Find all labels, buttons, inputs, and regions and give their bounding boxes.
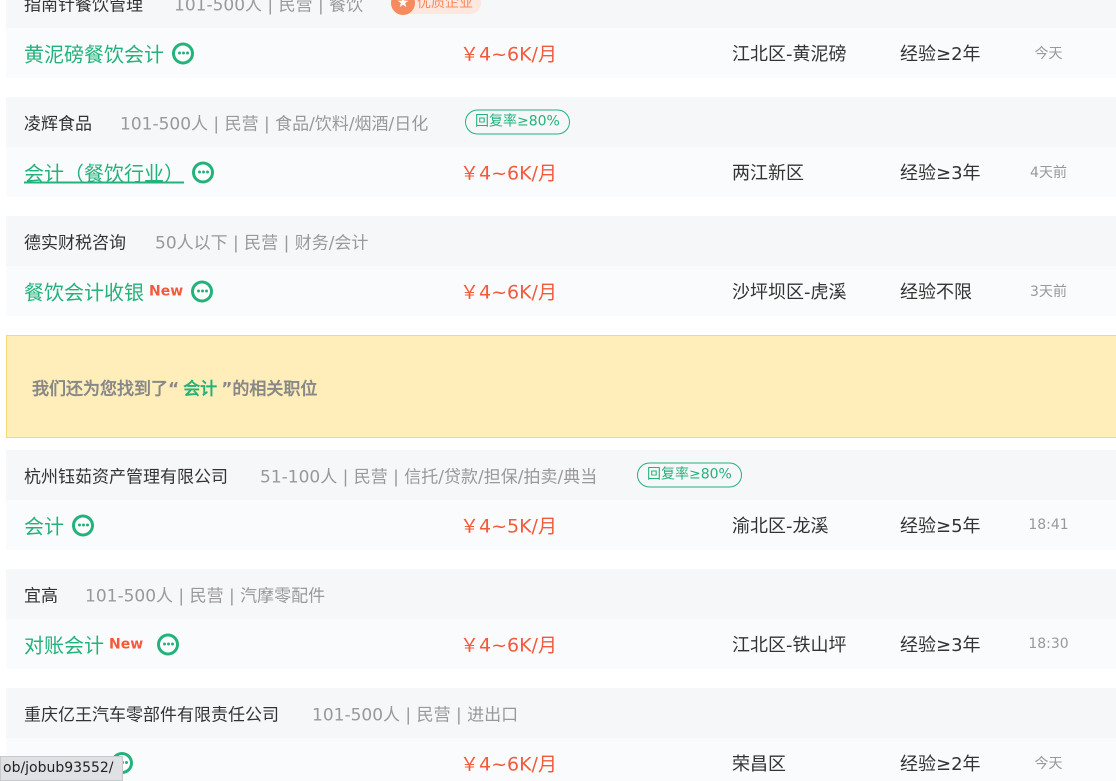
post-time: 今天: [1034, 46, 1063, 62]
notice-prefix: 我们还为您找到了“: [32, 379, 180, 399]
job-card: 凌辉食品 101-500人 | 民营 | 食品/饮料/烟酒/日化 回复率≥80%…: [6, 97, 1116, 197]
job-card: 重庆亿王汽车零部件有限责任公司 101-500人 | 民营 | 进出口 ￥4~6…: [6, 688, 1116, 781]
company-row: 凌辉食品 101-500人 | 民营 | 食品/饮料/烟酒/日化 回复率≥80%: [6, 97, 1116, 147]
related-jobs-notice: 我们还为您找到了“ 会计 ”的相关职位: [6, 335, 1116, 438]
post-time: 今天: [1034, 756, 1063, 772]
new-tag: New: [109, 636, 144, 652]
experience: 经验≥2年: [900, 44, 981, 65]
job-list: 指南针餐饮管理 101-500人 | 民营 | 餐饮 ★ 优质企业 黄泥磅餐饮会…: [0, 0, 1116, 781]
job-title-link[interactable]: 会计: [24, 511, 94, 540]
job-title-link[interactable]: 对账会计 New: [24, 630, 180, 659]
reply-rate-badge: 回复率≥80%: [637, 462, 742, 488]
job-title-link[interactable]: 会计（餐饮行业）: [24, 158, 214, 187]
company-row: 宜高 101-500人 | 民营 | 汽摩零配件: [6, 569, 1116, 619]
job-title-link[interactable]: 黄泥磅餐饮会计: [24, 39, 194, 68]
job-row[interactable]: ￥4~6K/月 荣昌区 经验≥2年 今天: [6, 738, 1116, 781]
job-row[interactable]: 会计（餐饮行业） ￥4~6K/月 两江新区 经验≥3年 4天前: [6, 147, 1116, 197]
work-area: 两江新区: [732, 163, 804, 184]
chat-icon[interactable]: [157, 633, 180, 655]
work-area: 荣昌区: [732, 754, 786, 775]
notice-suffix: ”的相关职位: [221, 379, 318, 399]
job-row[interactable]: 餐饮会计收银 New ￥4~6K/月 沙坪坝区-虎溪 经验不限 3天前: [6, 266, 1116, 316]
experience: 经验≥2年: [900, 754, 981, 775]
chat-icon[interactable]: [172, 42, 194, 64]
quality-badge: ★ 优质企业: [391, 0, 481, 15]
job-title-text: 餐饮会计收银: [24, 280, 144, 305]
salary: ￥4~6K/月: [460, 43, 557, 66]
post-time: 18:30: [1028, 636, 1069, 652]
company-name[interactable]: 杭州钰茹资产管理有限公司: [24, 463, 228, 488]
chat-icon[interactable]: [192, 161, 214, 183]
post-time: 18:41: [1028, 517, 1069, 533]
status-url-tooltip: ob/jobub93552/: [0, 756, 123, 781]
company-row: 指南针餐饮管理 101-500人 | 民营 | 餐饮 ★ 优质企业: [6, 0, 1116, 28]
company-info: 101-500人 | 民营 | 汽摩零配件: [85, 586, 326, 607]
company-info: 50人以下 | 民营 | 财务/会计: [155, 233, 369, 254]
company-info: 101-500人 | 民营 | 食品/饮料/烟酒/日化: [120, 114, 429, 135]
job-card: 杭州钰茹资产管理有限公司 51-100人 | 民营 | 信托/贷款/担保/拍卖/…: [6, 450, 1116, 550]
post-time: 3天前: [1030, 284, 1067, 300]
company-name[interactable]: 指南针餐饮管理: [24, 0, 143, 16]
chat-icon[interactable]: [191, 280, 214, 302]
work-area: 渝北区-龙溪: [732, 516, 829, 537]
notice-keyword: 会计: [183, 379, 218, 399]
experience: 经验≥3年: [900, 163, 981, 184]
star-icon: ★: [391, 0, 415, 15]
experience: 经验≥5年: [900, 516, 981, 537]
salary: ￥4~5K/月: [460, 515, 557, 538]
job-row[interactable]: 对账会计 New ￥4~6K/月 江北区-铁山坪 经验≥3年 18:30: [6, 619, 1116, 669]
job-card: 德实财税咨询 50人以下 | 民营 | 财务/会计 餐饮会计收银 New ￥4~…: [6, 216, 1116, 316]
job-card: 指南针餐饮管理 101-500人 | 民营 | 餐饮 ★ 优质企业 黄泥磅餐饮会…: [6, 0, 1116, 78]
company-info: 101-500人 | 民营 | 餐饮: [174, 0, 364, 16]
company-name[interactable]: 德实财税咨询: [24, 229, 126, 254]
job-title-text: 对账会计: [24, 633, 104, 658]
company-name[interactable]: 凌辉食品: [24, 110, 92, 135]
company-info: 51-100人 | 民营 | 信托/贷款/担保/拍卖/典当: [260, 467, 598, 488]
job-row[interactable]: 黄泥磅餐饮会计 ￥4~6K/月 江北区-黄泥磅 经验≥2年 今天: [6, 28, 1116, 78]
company-info: 101-500人 | 民营 | 进出口: [312, 705, 519, 726]
work-area: 江北区-黄泥磅: [732, 44, 847, 65]
company-name[interactable]: 重庆亿王汽车零部件有限责任公司: [24, 701, 279, 726]
reply-rate-badge: 回复率≥80%: [465, 109, 570, 135]
salary: ￥4~6K/月: [460, 162, 557, 185]
new-tag: New: [149, 283, 184, 299]
company-row: 重庆亿王汽车零部件有限责任公司 101-500人 | 民营 | 进出口: [6, 688, 1116, 738]
salary: ￥4~6K/月: [460, 753, 557, 776]
experience: 经验≥3年: [900, 635, 981, 656]
company-name[interactable]: 宜高: [24, 582, 58, 607]
work-area: 沙坪坝区-虎溪: [732, 282, 847, 303]
job-title-text: 会计: [24, 514, 64, 539]
work-area: 江北区-铁山坪: [732, 635, 847, 656]
job-row[interactable]: 会计 ￥4~5K/月 渝北区-龙溪 经验≥5年 18:41: [6, 500, 1116, 550]
company-row: 德实财税咨询 50人以下 | 民营 | 财务/会计: [6, 216, 1116, 266]
job-card: 宜高 101-500人 | 民营 | 汽摩零配件 对账会计 New ￥4~6K/…: [6, 569, 1116, 669]
job-title-text: 会计（餐饮行业）: [24, 161, 184, 186]
job-title-text: 黄泥磅餐饮会计: [24, 42, 164, 67]
experience: 经验不限: [900, 282, 972, 303]
chat-icon[interactable]: [72, 514, 94, 536]
salary: ￥4~6K/月: [460, 281, 557, 304]
post-time: 4天前: [1030, 165, 1067, 181]
company-row: 杭州钰茹资产管理有限公司 51-100人 | 民营 | 信托/贷款/担保/拍卖/…: [6, 450, 1116, 500]
job-title-link[interactable]: 餐饮会计收银 New: [24, 277, 214, 306]
salary: ￥4~6K/月: [460, 634, 557, 657]
quality-badge-label: 优质企业: [417, 0, 473, 11]
notice-text: 我们还为您找到了“ 会计 ”的相关职位: [32, 374, 317, 399]
